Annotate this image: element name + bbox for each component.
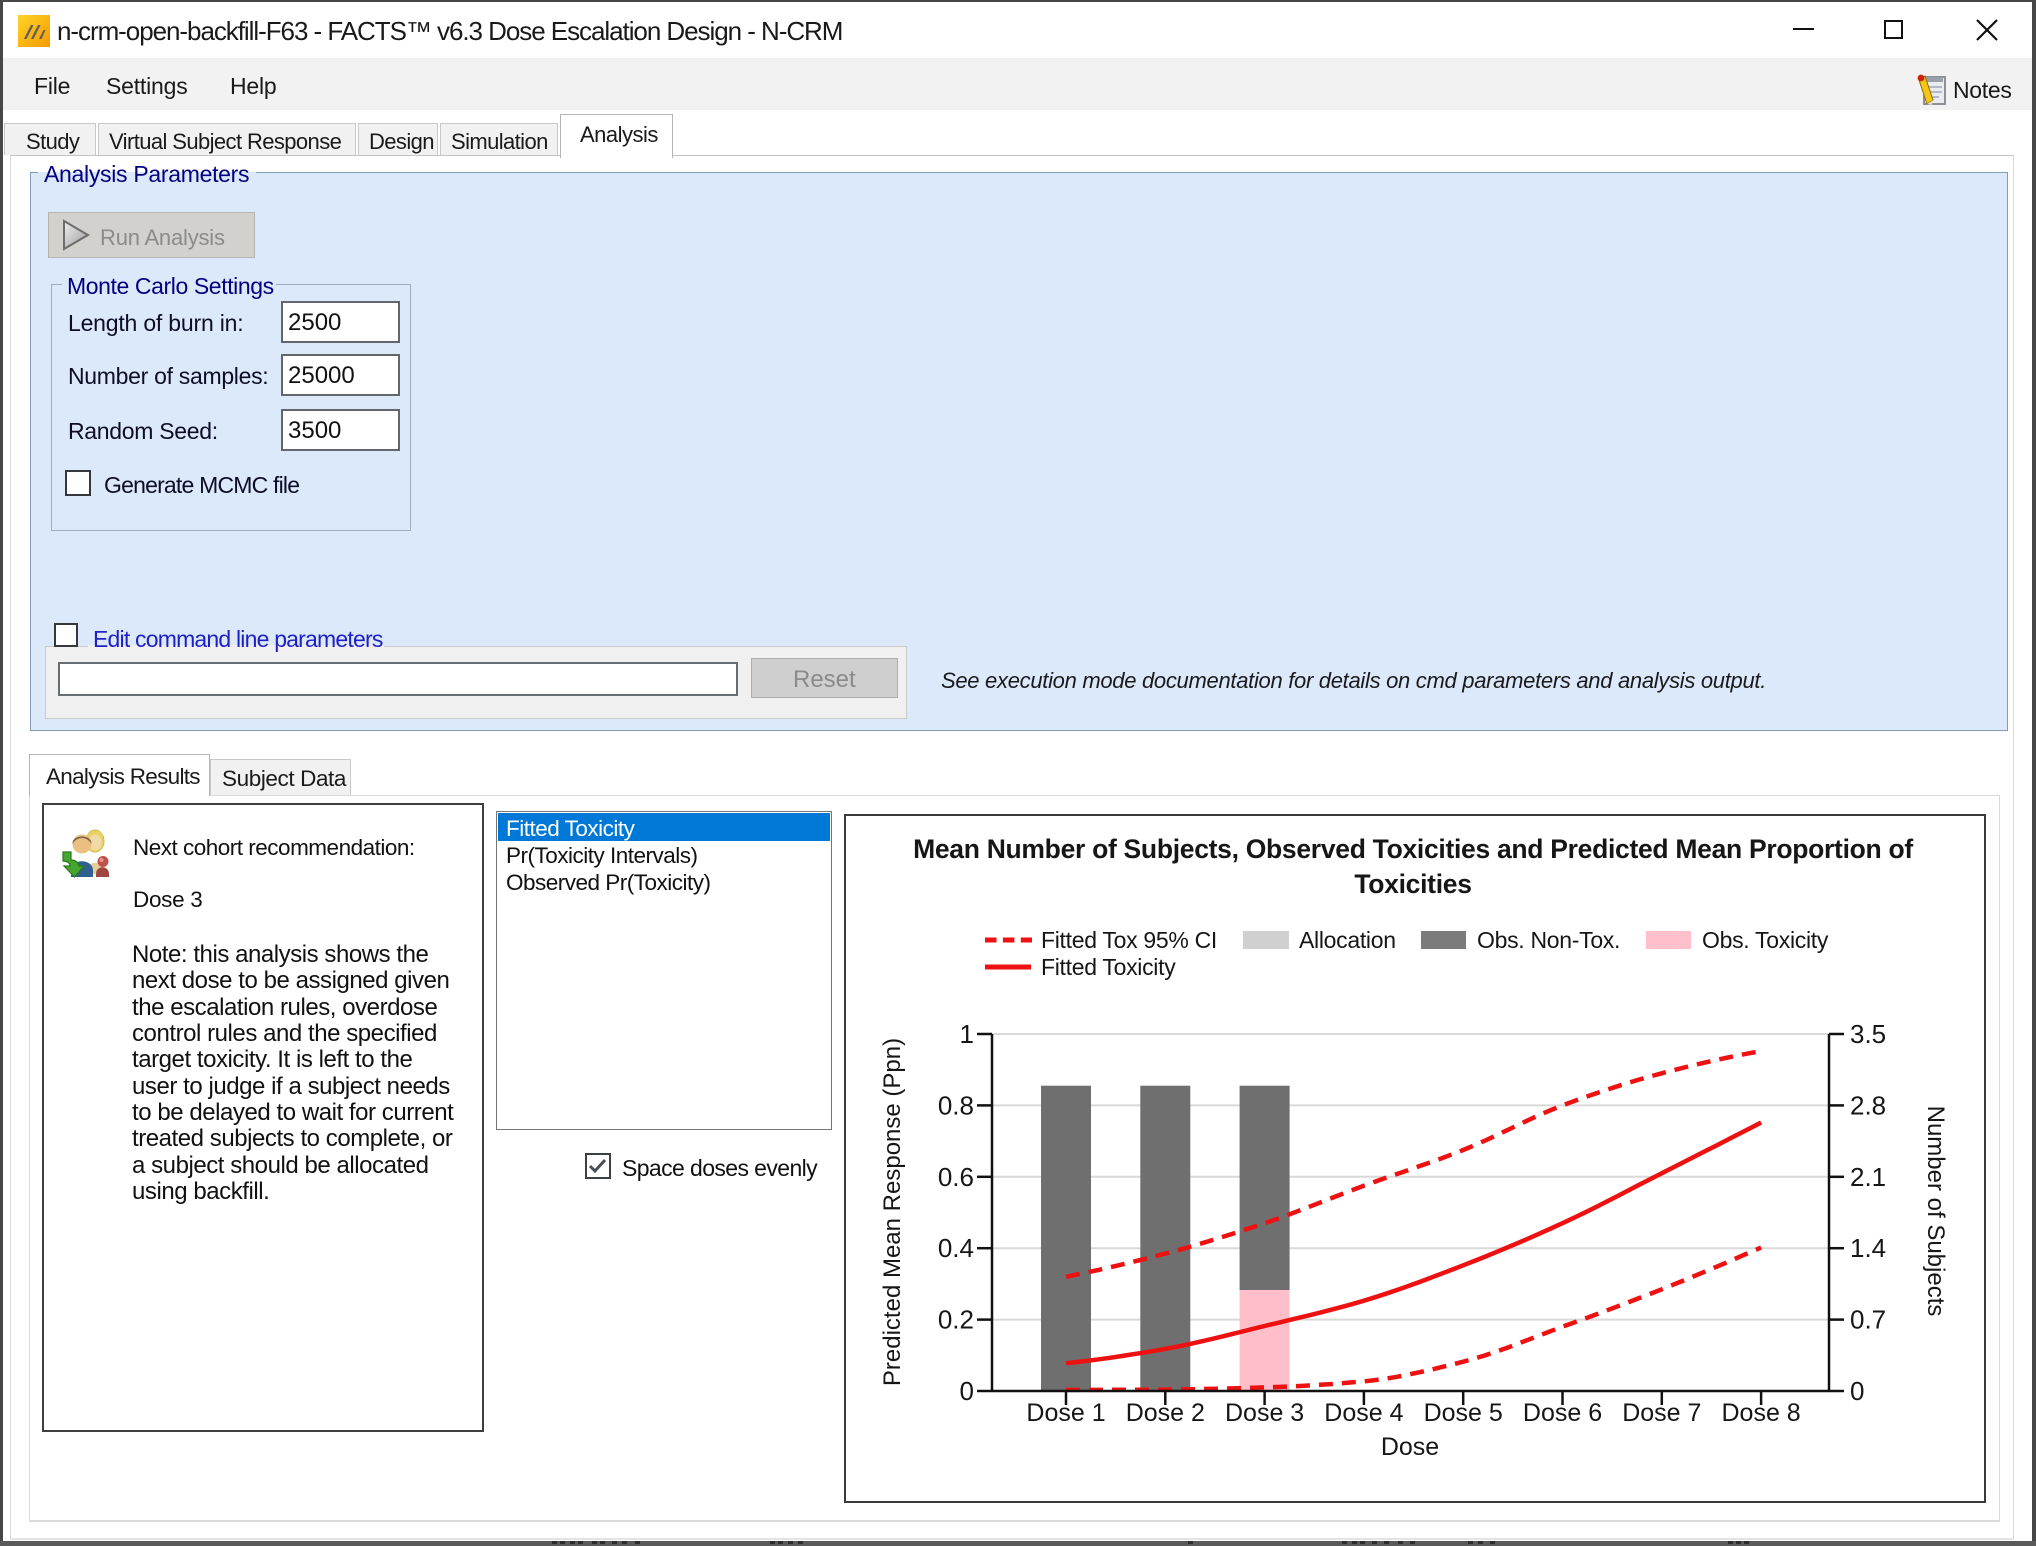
svg-text:0: 0 (1850, 1376, 1864, 1406)
svg-text:3.5: 3.5 (1850, 1019, 1886, 1049)
svg-text:0.8: 0.8 (938, 1090, 974, 1120)
svg-text:Fitted Toxicity: Fitted Toxicity (1041, 954, 1176, 980)
svg-text:Dose 4: Dose 4 (1324, 1399, 1403, 1427)
svg-text:Allocation: Allocation (1299, 927, 1396, 953)
svg-text:1.4: 1.4 (1850, 1233, 1886, 1263)
svg-text:0.6: 0.6 (938, 1162, 974, 1192)
svg-text:Obs. Toxicity: Obs. Toxicity (1702, 927, 1829, 953)
svg-text:Dose: Dose (1381, 1433, 1439, 1461)
svg-text:2.1: 2.1 (1850, 1162, 1886, 1192)
svg-text:Dose 7: Dose 7 (1622, 1399, 1701, 1427)
svg-text:Dose 3: Dose 3 (1225, 1399, 1304, 1427)
svg-text:Dose 5: Dose 5 (1424, 1399, 1503, 1427)
svg-text:Mean Number of Subjects, Obser: Mean Number of Subjects, Observed Toxici… (913, 834, 1913, 864)
svg-text:Dose 6: Dose 6 (1523, 1399, 1602, 1427)
svg-text:Toxicities: Toxicities (1354, 869, 1471, 899)
svg-text:Obs. Non-Tox.: Obs. Non-Tox. (1477, 927, 1620, 953)
svg-text:Number of Subjects: Number of Subjects (1922, 1106, 1949, 1317)
svg-text:Dose 2: Dose 2 (1126, 1399, 1205, 1427)
svg-text:0.2: 0.2 (938, 1305, 974, 1335)
svg-text:1: 1 (960, 1019, 974, 1049)
svg-text:Dose 8: Dose 8 (1721, 1399, 1800, 1427)
svg-text:0.7: 0.7 (1850, 1305, 1886, 1335)
svg-text:Dose 1: Dose 1 (1026, 1399, 1105, 1427)
svg-text:2.8: 2.8 (1850, 1090, 1886, 1120)
svg-text:0.4: 0.4 (938, 1233, 974, 1263)
svg-text:Fitted Tox 95% CI: Fitted Tox 95% CI (1041, 927, 1217, 953)
svg-text:0: 0 (960, 1376, 974, 1406)
svg-text:Predicted Mean Response (Ppn): Predicted Mean Response (Ppn) (879, 1038, 906, 1386)
